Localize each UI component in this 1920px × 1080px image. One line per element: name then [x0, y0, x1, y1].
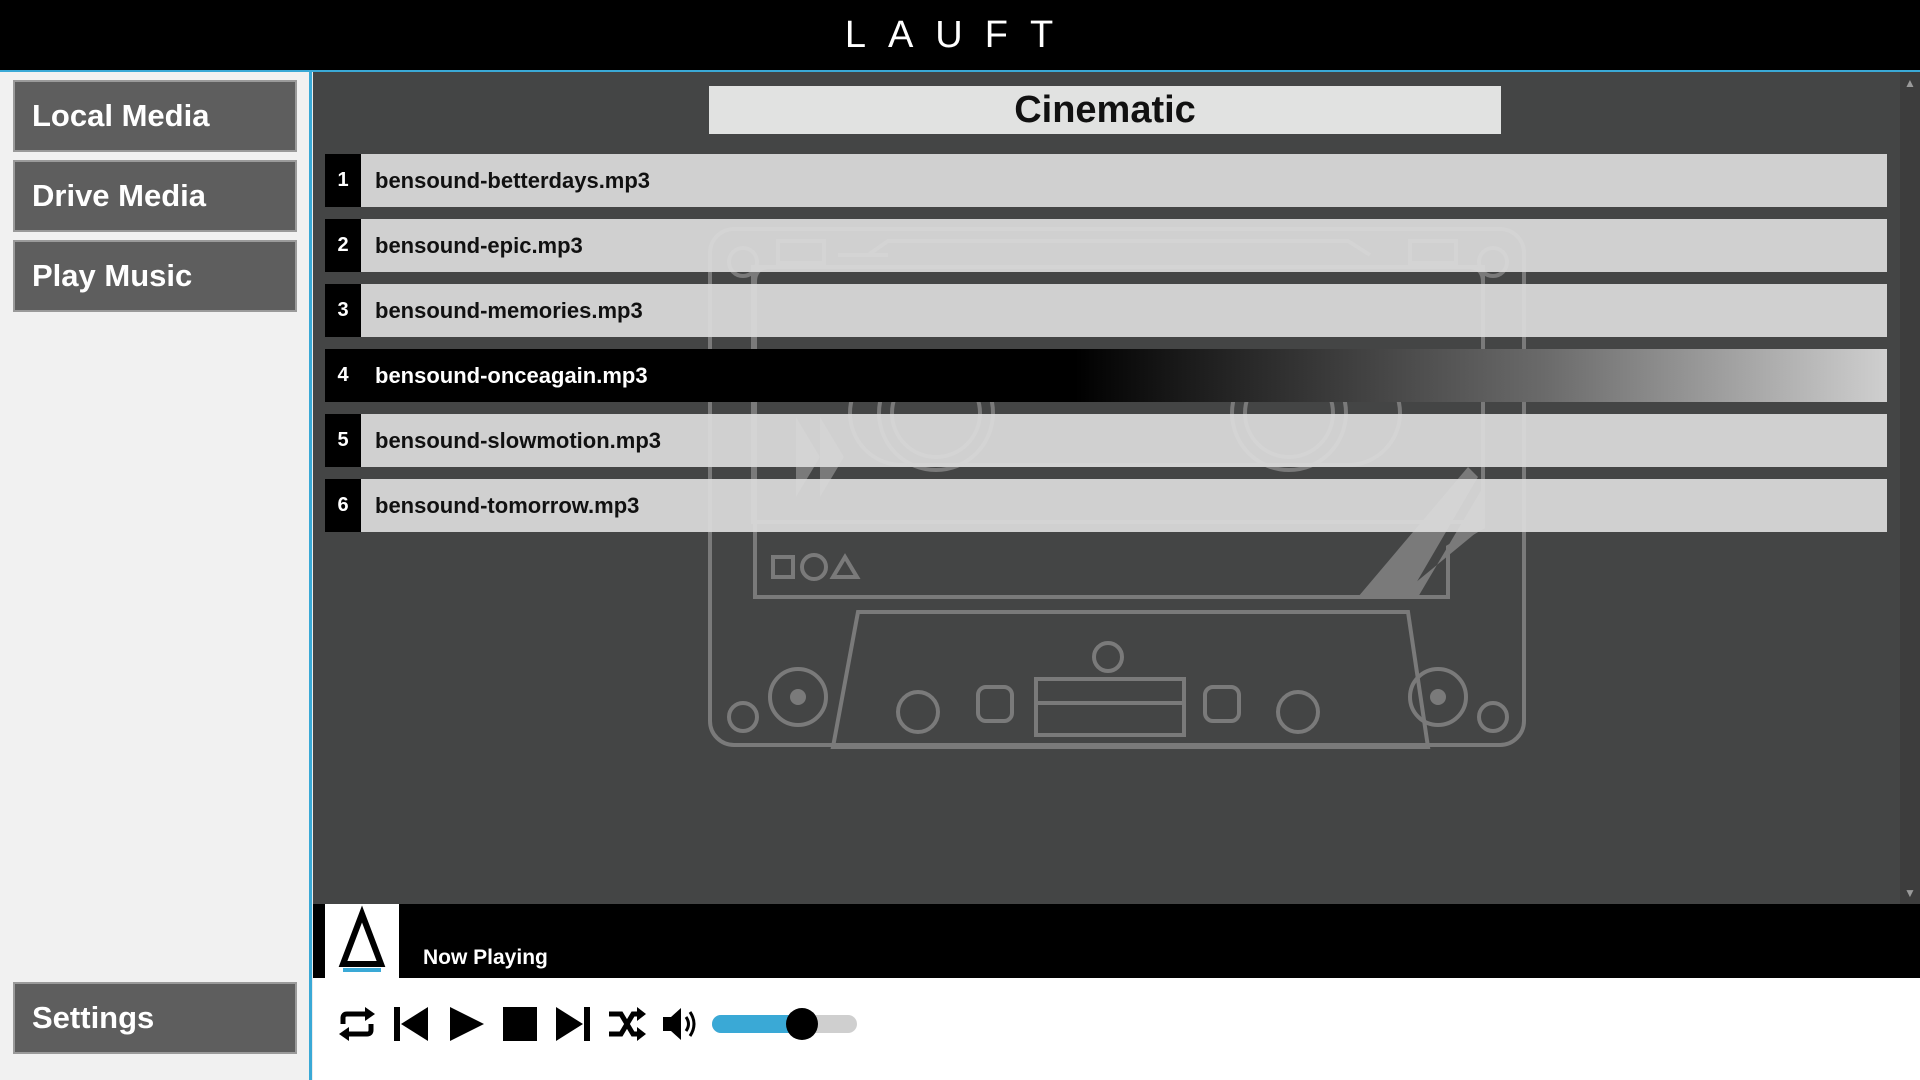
sidebar-item-settings[interactable]: Settings — [13, 982, 297, 1054]
track-name: bensound-memories.mp3 — [375, 298, 643, 323]
track-number: 4 — [325, 349, 361, 402]
track-number: 6 — [325, 479, 361, 532]
track-name: bensound-epic.mp3 — [375, 233, 583, 258]
scroll-down-icon[interactable]: ▼ — [1904, 886, 1916, 900]
track-row[interactable]: 5 bensound-slowmotion.mp3 — [325, 414, 1887, 467]
volume-slider[interactable] — [712, 1008, 857, 1040]
track-row[interactable]: 2 bensound-epic.mp3 — [325, 219, 1887, 272]
playlist-title: Cinematic — [709, 86, 1501, 134]
playlist-panel: Cinematic 1 bensound-betterdays.mp3 2 be… — [313, 72, 1920, 904]
sidebar-item-local-media[interactable]: Local Media — [13, 80, 297, 152]
sidebar-item-drive-media[interactable]: Drive Media — [13, 160, 297, 232]
track-name: bensound-tomorrow.mp3 — [375, 493, 640, 518]
sidebar-item-label: Settings — [32, 1000, 155, 1035]
track-row[interactable]: 6 bensound-tomorrow.mp3 — [325, 479, 1887, 532]
now-playing-bar: Now Playing — [313, 904, 1920, 978]
track-number: 1 — [325, 154, 361, 207]
track-number: 2 — [325, 219, 361, 272]
app-logo: LAUFT — [0, 14, 1920, 57]
track-number: 3 — [325, 284, 361, 337]
volume-knob[interactable] — [785, 1008, 818, 1040]
sidebar-item-label: Drive Media — [32, 178, 207, 213]
volume-icon[interactable] — [660, 1004, 700, 1044]
vertical-scrollbar[interactable]: ▲ ▼ — [1900, 72, 1920, 904]
track-row-active[interactable]: 4 bensound-onceagain.mp3 — [325, 349, 1887, 402]
album-art — [325, 904, 399, 978]
sidebar-item-label: Play Music — [32, 258, 193, 293]
now-playing-label: Now Playing — [423, 946, 548, 969]
player-controls — [313, 978, 1920, 1080]
stop-icon[interactable] — [500, 1004, 540, 1044]
previous-icon[interactable] — [391, 1004, 431, 1044]
scroll-up-icon[interactable]: ▲ — [1904, 76, 1916, 90]
play-icon[interactable] — [446, 1004, 486, 1044]
track-row[interactable]: 3 bensound-memories.mp3 — [325, 284, 1887, 337]
shuffle-icon[interactable] — [607, 1004, 647, 1044]
sidebar-item-label: Local Media — [32, 98, 210, 133]
track-row[interactable]: 1 bensound-betterdays.mp3 — [325, 154, 1887, 207]
track-name: bensound-betterdays.mp3 — [375, 168, 651, 193]
repeat-icon[interactable] — [337, 1004, 377, 1044]
top-bar: LAUFT — [0, 0, 1920, 72]
track-number: 5 — [325, 414, 361, 467]
track-name: bensound-slowmotion.mp3 — [375, 428, 661, 453]
lauft-logo-icon — [338, 905, 386, 972]
sidebar-item-play-music[interactable]: Play Music — [13, 240, 297, 312]
sidebar: Local Media Drive Media Play Music Setti… — [0, 72, 312, 1080]
next-icon[interactable] — [553, 1004, 593, 1044]
track-name: bensound-onceagain.mp3 — [375, 363, 648, 388]
logo-text: LAUFT — [844, 14, 1076, 56]
